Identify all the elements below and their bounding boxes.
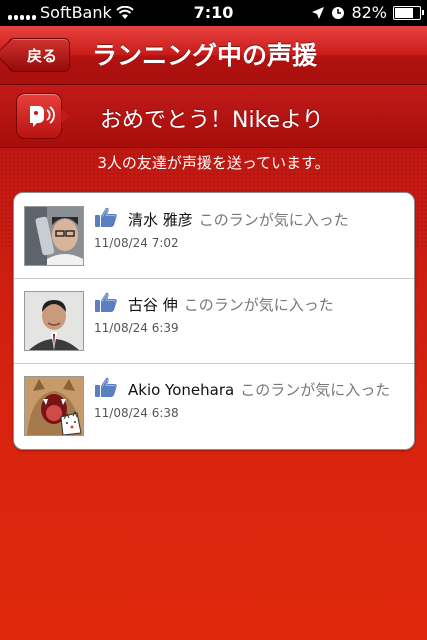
cheer-timestamp: 11/08/24 7:02 — [94, 236, 179, 250]
list-item[interactable]: 古谷 伸このランが気に入った 11/08/24 6:39 — [14, 278, 414, 364]
location-arrow-icon — [312, 6, 325, 19]
list-item[interactable]: 清水 雅彦 このランが気に入った 11/08/24 7:02 — [14, 193, 414, 279]
back-button[interactable]: 戻る — [8, 38, 71, 72]
status-right: 82% — [311, 3, 424, 22]
cheer-sender: 古谷 伸このランが気に入った — [128, 294, 334, 315]
cheer-banner: おめでとう！Nikeより — [0, 85, 427, 148]
cheer-message: このランが気に入った — [183, 296, 334, 314]
thumbs-up-icon — [95, 207, 117, 227]
avatar — [24, 376, 84, 436]
cheer-speaker-icon — [16, 93, 70, 139]
cheer-sender: 清水 雅彦 このランが気に入った — [128, 209, 349, 230]
sender-name: Akio Yonehara — [128, 381, 235, 399]
status-bar: SoftBank 7:10 82% — [0, 0, 427, 26]
list-item[interactable]: Akio Yonehara このランが気に入った 11/08/24 6:38 — [14, 363, 414, 448]
cheer-list: 清水 雅彦 このランが気に入った 11/08/24 7:02 古谷 伸このランが気… — [13, 192, 415, 450]
cheer-sender: Akio Yonehara このランが気に入った — [128, 379, 390, 400]
battery-fill — [395, 7, 413, 18]
cheer-summary: 3人の友達が声援を送っています。 — [97, 154, 330, 172]
battery-icon — [393, 5, 424, 20]
back-button-label: 戻る — [27, 46, 58, 65]
thumbs-up-icon — [95, 377, 117, 397]
thumbs-up-icon — [95, 292, 117, 312]
avatar — [24, 206, 84, 266]
battery-percent: 82% — [351, 3, 387, 22]
page-title: ランニング中の声援 — [92, 41, 318, 70]
sender-name: 古谷 伸 — [128, 296, 178, 314]
sender-name: 清水 雅彦 — [128, 211, 193, 229]
navigation-bar: 戻る ランニング中の声援 — [0, 26, 427, 85]
alarm-clock-icon — [332, 6, 345, 19]
banner-title: おめでとう！Nikeより — [100, 108, 324, 133]
cheer-message: このランが気に入った — [198, 211, 349, 229]
cheer-timestamp: 11/08/24 6:38 — [94, 406, 179, 420]
avatar — [24, 291, 84, 351]
cheer-message: このランが気に入った — [240, 381, 391, 399]
cheer-timestamp: 11/08/24 6:39 — [94, 321, 179, 335]
